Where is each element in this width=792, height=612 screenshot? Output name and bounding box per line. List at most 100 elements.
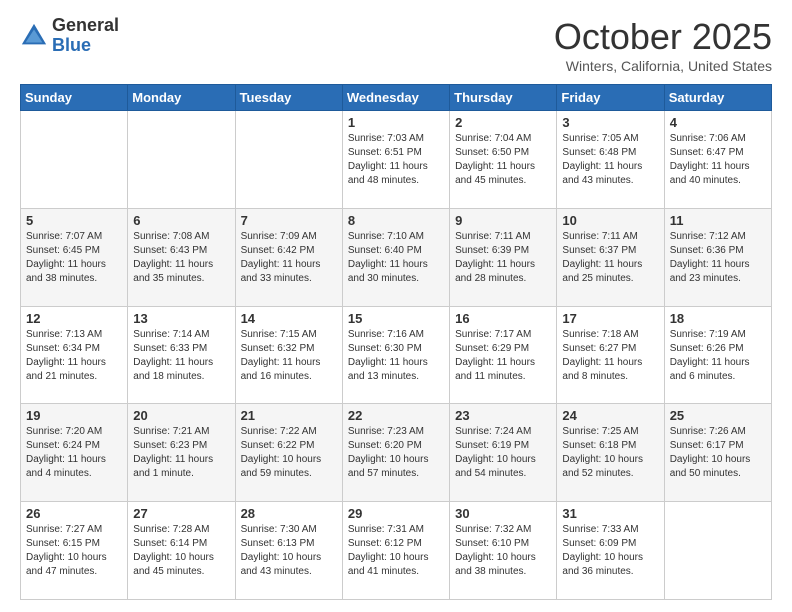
calendar-cell <box>128 111 235 209</box>
day-info: Sunrise: 7:05 AM Sunset: 6:48 PM Dayligh… <box>562 132 658 188</box>
logo-icon <box>20 22 48 50</box>
calendar-cell: 17 Sunrise: 7:18 AM Sunset: 6:27 PM Dayli… <box>557 306 664 404</box>
month-title: October 2025 <box>554 16 772 58</box>
day-info: Sunrise: 7:18 AM Sunset: 6:27 PM Dayligh… <box>562 328 658 384</box>
day-info: Sunrise: 7:13 AM Sunset: 6:34 PM Dayligh… <box>26 328 122 384</box>
calendar-cell: 22 Sunrise: 7:23 AM Sunset: 6:20 PM Dayli… <box>342 404 449 502</box>
day-info: Sunrise: 7:30 AM Sunset: 6:13 PM Dayligh… <box>241 523 337 579</box>
day-number: 4 <box>670 115 766 130</box>
calendar-cell: 12 Sunrise: 7:13 AM Sunset: 6:34 PM Dayli… <box>21 306 128 404</box>
day-number: 31 <box>562 506 658 521</box>
day-info: Sunrise: 7:23 AM Sunset: 6:20 PM Dayligh… <box>348 425 444 481</box>
calendar-cell: 21Sunrise: 7:22 AM Sunset: 6:22 PM Dayli… <box>235 404 342 502</box>
day-number: 2 <box>455 115 551 130</box>
day-info: Sunrise: 7:14 AM Sunset: 6:33 PM Dayligh… <box>133 328 229 384</box>
day-info: Sunrise: 7:22 AM Sunset: 6:22 PM Dayligh… <box>241 425 337 481</box>
day-info: Sunrise: 7:33 AM Sunset: 6:09 PM Dayligh… <box>562 523 658 579</box>
day-info: Sunrise: 7:08 AM Sunset: 6:43 PM Dayligh… <box>133 230 229 286</box>
day-number: 5 <box>26 213 122 228</box>
day-info: Sunrise: 7:21 AM Sunset: 6:23 PM Dayligh… <box>133 425 229 481</box>
calendar-cell: 18 Sunrise: 7:19 AM Sunset: 6:26 PM Dayli… <box>664 306 771 404</box>
calendar-cell: 15 Sunrise: 7:16 AM Sunset: 6:30 PM Dayli… <box>342 306 449 404</box>
day-info: Sunrise: 7:19 AM Sunset: 6:26 PM Dayligh… <box>670 328 766 384</box>
header: General Blue October 2025 Winters, Calif… <box>20 16 772 74</box>
day-info: Sunrise: 7:09 AM Sunset: 6:42 PM Dayligh… <box>241 230 337 286</box>
logo: General Blue <box>20 16 119 56</box>
day-number: 1 <box>348 115 444 130</box>
day-number: 22 <box>348 408 444 423</box>
week-row-3: 12 Sunrise: 7:13 AM Sunset: 6:34 PM Dayli… <box>21 306 772 404</box>
calendar-cell: 25 Sunrise: 7:26 AM Sunset: 6:17 PM Dayli… <box>664 404 771 502</box>
week-row-5: 26 Sunrise: 7:27 AM Sunset: 6:15 PM Dayli… <box>21 502 772 600</box>
calendar-cell: 4Sunrise: 7:06 AM Sunset: 6:47 PM Daylig… <box>664 111 771 209</box>
calendar-cell <box>235 111 342 209</box>
day-info: Sunrise: 7:31 AM Sunset: 6:12 PM Dayligh… <box>348 523 444 579</box>
day-header-monday: Monday <box>128 85 235 111</box>
day-info: Sunrise: 7:28 AM Sunset: 6:14 PM Dayligh… <box>133 523 229 579</box>
day-number: 30 <box>455 506 551 521</box>
calendar-cell: 31 Sunrise: 7:33 AM Sunset: 6:09 PM Dayli… <box>557 502 664 600</box>
day-number: 8 <box>348 213 444 228</box>
day-number: 11 <box>670 213 766 228</box>
week-row-1: 1 Sunrise: 7:03 AM Sunset: 6:51 PM Daylig… <box>21 111 772 209</box>
day-info: Sunrise: 7:07 AM Sunset: 6:45 PM Dayligh… <box>26 230 122 286</box>
calendar-cell: 29 Sunrise: 7:31 AM Sunset: 6:12 PM Dayli… <box>342 502 449 600</box>
calendar-cell <box>21 111 128 209</box>
day-number: 10 <box>562 213 658 228</box>
day-info: Sunrise: 7:32 AM Sunset: 6:10 PM Dayligh… <box>455 523 551 579</box>
page: General Blue October 2025 Winters, Calif… <box>0 0 792 612</box>
day-header-wednesday: Wednesday <box>342 85 449 111</box>
week-row-4: 19Sunrise: 7:20 AM Sunset: 6:24 PM Dayli… <box>21 404 772 502</box>
day-number: 29 <box>348 506 444 521</box>
calendar-cell: 1 Sunrise: 7:03 AM Sunset: 6:51 PM Daylig… <box>342 111 449 209</box>
day-header-tuesday: Tuesday <box>235 85 342 111</box>
day-info: Sunrise: 7:26 AM Sunset: 6:17 PM Dayligh… <box>670 425 766 481</box>
calendar-cell: 19Sunrise: 7:20 AM Sunset: 6:24 PM Dayli… <box>21 404 128 502</box>
day-number: 9 <box>455 213 551 228</box>
day-info: Sunrise: 7:15 AM Sunset: 6:32 PM Dayligh… <box>241 328 337 384</box>
week-row-2: 5 Sunrise: 7:07 AM Sunset: 6:45 PM Daylig… <box>21 208 772 306</box>
day-info: Sunrise: 7:20 AM Sunset: 6:24 PM Dayligh… <box>26 425 122 481</box>
header-row: SundayMondayTuesdayWednesdayThursdayFrid… <box>21 85 772 111</box>
location: Winters, California, United States <box>554 58 772 74</box>
day-number: 28 <box>241 506 337 521</box>
day-info: Sunrise: 7:25 AM Sunset: 6:18 PM Dayligh… <box>562 425 658 481</box>
day-number: 27 <box>133 506 229 521</box>
day-number: 18 <box>670 311 766 326</box>
day-header-friday: Friday <box>557 85 664 111</box>
day-number: 3 <box>562 115 658 130</box>
calendar-cell: 11 Sunrise: 7:12 AM Sunset: 6:36 PM Dayli… <box>664 208 771 306</box>
day-info: Sunrise: 7:12 AM Sunset: 6:36 PM Dayligh… <box>670 230 766 286</box>
day-info: Sunrise: 7:24 AM Sunset: 6:19 PM Dayligh… <box>455 425 551 481</box>
day-info: Sunrise: 7:03 AM Sunset: 6:51 PM Dayligh… <box>348 132 444 188</box>
calendar-cell: 27 Sunrise: 7:28 AM Sunset: 6:14 PM Dayli… <box>128 502 235 600</box>
day-info: Sunrise: 7:04 AM Sunset: 6:50 PM Dayligh… <box>455 132 551 188</box>
day-number: 25 <box>670 408 766 423</box>
day-info: Sunrise: 7:11 AM Sunset: 6:37 PM Dayligh… <box>562 230 658 286</box>
calendar-cell: 16Sunrise: 7:17 AM Sunset: 6:29 PM Dayli… <box>450 306 557 404</box>
calendar-cell: 30 Sunrise: 7:32 AM Sunset: 6:10 PM Dayli… <box>450 502 557 600</box>
day-number: 15 <box>348 311 444 326</box>
calendar-cell <box>664 502 771 600</box>
day-number: 13 <box>133 311 229 326</box>
day-number: 12 <box>26 311 122 326</box>
day-number: 6 <box>133 213 229 228</box>
day-number: 20 <box>133 408 229 423</box>
logo-text: General Blue <box>52 16 119 56</box>
day-number: 7 <box>241 213 337 228</box>
calendar-cell: 8Sunrise: 7:10 AM Sunset: 6:40 PM Daylig… <box>342 208 449 306</box>
calendar-cell: 23 Sunrise: 7:24 AM Sunset: 6:19 PM Dayli… <box>450 404 557 502</box>
day-number: 17 <box>562 311 658 326</box>
calendar-cell: 9 Sunrise: 7:11 AM Sunset: 6:39 PM Daylig… <box>450 208 557 306</box>
day-number: 26 <box>26 506 122 521</box>
calendar-cell: 5 Sunrise: 7:07 AM Sunset: 6:45 PM Daylig… <box>21 208 128 306</box>
logo-general: General <box>52 15 119 35</box>
day-info: Sunrise: 7:27 AM Sunset: 6:15 PM Dayligh… <box>26 523 122 579</box>
day-number: 23 <box>455 408 551 423</box>
logo-blue: Blue <box>52 35 91 55</box>
day-info: Sunrise: 7:11 AM Sunset: 6:39 PM Dayligh… <box>455 230 551 286</box>
day-header-sunday: Sunday <box>21 85 128 111</box>
calendar-cell: 26 Sunrise: 7:27 AM Sunset: 6:15 PM Dayli… <box>21 502 128 600</box>
day-info: Sunrise: 7:16 AM Sunset: 6:30 PM Dayligh… <box>348 328 444 384</box>
calendar-cell: 2 Sunrise: 7:04 AM Sunset: 6:50 PM Daylig… <box>450 111 557 209</box>
